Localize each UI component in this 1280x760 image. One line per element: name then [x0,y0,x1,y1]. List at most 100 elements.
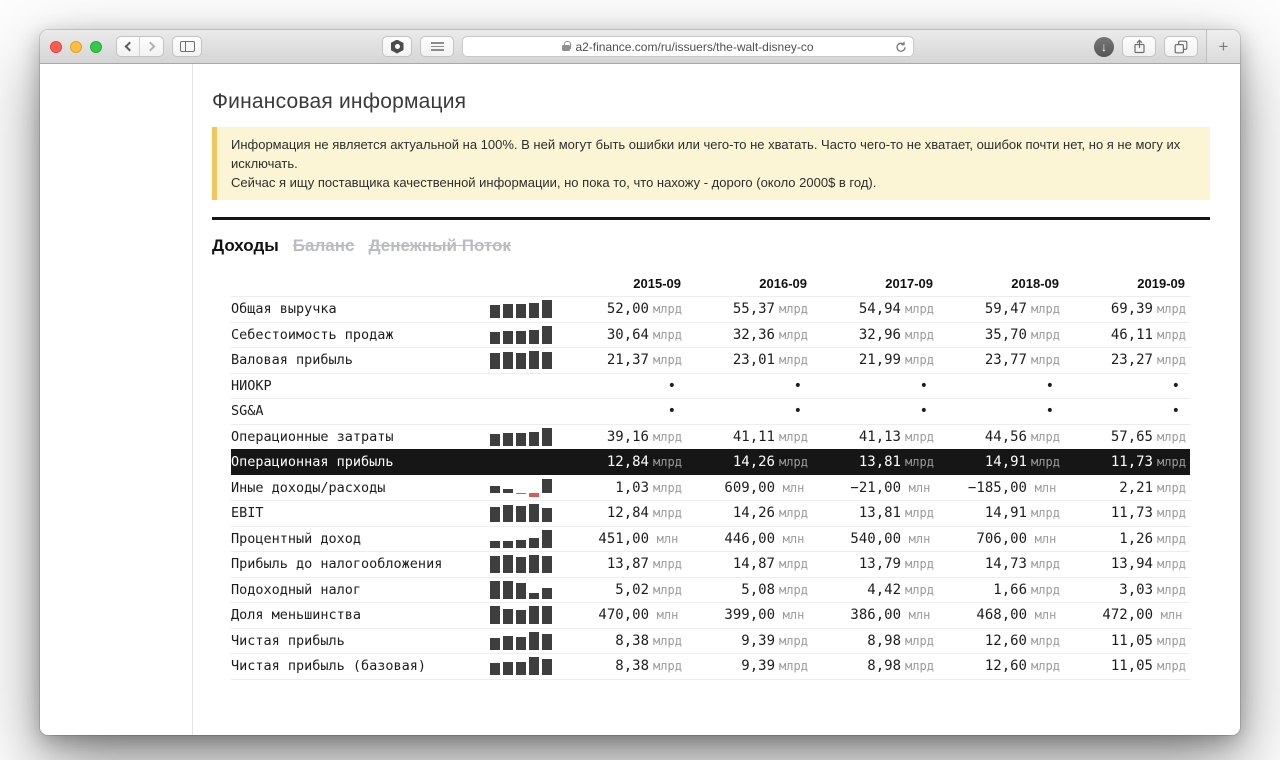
tab-cashflow[interactable]: Денежный Поток [368,236,510,256]
value-cell: • [560,378,686,394]
share-button[interactable] [1122,36,1156,57]
page-title: Финансовая информация [212,90,467,113]
table-row[interactable]: SG&A • • • • • [231,398,1190,424]
value-unit: млрд [779,557,808,572]
table-row[interactable]: Процентный доход 451,00 млн 446,00 млн 540,00… [231,525,1190,552]
address-bar[interactable]: a2-finance.com/ru/issuers/the-walt-disne… [462,36,914,57]
spark-bar [529,504,539,523]
spark-bar [529,431,539,446]
value-number: 14,73 [984,556,1027,573]
new-tab-button[interactable]: + [1206,30,1240,63]
url-text: a2-finance.com/ru/issuers/the-walt-disne… [575,39,814,54]
value-cell: 44,56 млрд [938,429,1064,445]
spark-bar [503,303,513,319]
spark-bar [503,609,513,625]
value-cell: 52,00 млрд [560,301,686,317]
row-label: Операционные затраты [231,428,394,445]
value-number: 59,47 [984,301,1027,318]
warning-banner: Информация не является актуальной на 100… [212,127,1210,200]
table-row[interactable]: НИОКР • • • • • [231,372,1190,399]
back-button[interactable] [117,37,140,56]
value-number: 11,73 [1110,505,1153,522]
minimize-button[interactable] [70,40,82,53]
value-cell: 23,01 млрд [686,352,812,368]
value-cell: 446,00 млн [686,531,812,547]
value-number: 8,98 [867,632,901,649]
sparkline-chart [490,300,552,319]
value-number: 23,27 [1110,352,1153,369]
spark-bar [490,353,500,370]
value-cell: 30,64 млрд [560,327,686,343]
value-cell: 54,94 млрд [812,301,938,317]
value-unit: млрд [779,659,808,674]
value-unit: млрд [779,302,808,317]
row-label: Иные доходы/расходы [231,479,386,496]
spark-bar [490,304,500,319]
downloads-button[interactable]: ↓ [1094,36,1114,57]
tab-balance[interactable]: Баланс [293,236,355,256]
spark-bar [542,478,552,493]
value-cell: −21,00 млн [812,480,938,496]
table-row[interactable]: Подоходный налог 5,02 млрд 5,08 млрд 4,42 млрд… [231,576,1190,603]
value-unit: млрд [1157,582,1186,597]
spark-bar [529,302,539,319]
value-unit: млрд [779,582,808,597]
table-row[interactable]: Общая выручка 52,00 млрд 55,37 млрд 54,94 млрд… [231,296,1190,322]
value-number: 13,81 [858,505,901,522]
spark-bar [542,351,552,370]
section-divider [212,217,1210,220]
value-number: 54,94 [858,301,901,318]
value-number: 12,84 [606,505,649,522]
value-unit: млрд [1157,455,1186,470]
value-unit: млрд [653,327,682,342]
extension-button-1[interactable] [382,36,412,57]
value-number: 69,39 [1110,301,1153,318]
tab-income[interactable]: Доходы [212,236,279,256]
tab-overview-button[interactable] [1164,36,1198,57]
spark-bar [516,583,526,599]
value-unit: млрд [905,429,934,444]
sidebar-button[interactable] [172,36,202,57]
table-row[interactable]: Прибыль до налогообложения 13,87 млрд 14,87… [231,551,1190,577]
table-row[interactable]: Себестоимость продаж 30,64 млрд 32,36 млрд 32… [231,321,1190,348]
row-label: SG&A [231,403,264,420]
table-row[interactable]: Доля меньшинства 470,00 млн 399,00 млн 386,00… [231,602,1190,628]
column-header: 2019-09 [1137,275,1185,291]
extension-lines-icon [430,42,444,51]
zoom-button[interactable] [90,40,102,53]
value-cell: 41,13 млрд [812,429,938,445]
table-row[interactable]: EBIT 12,84 млрд 14,26 млрд 13,81 млрд 14,91 млрд… [231,500,1190,526]
spark-bar [542,508,552,523]
value-number: 55,37 [732,301,775,318]
table-row[interactable]: Чистая прибыль (базовая) 8,38 млрд 9,39 млрд… [231,653,1190,679]
spark-bar [529,606,539,625]
table-row[interactable]: Операционная прибыль 12,84 млрд 14,26 млрд 13… [231,449,1190,475]
traffic-lights [50,40,102,53]
table-row[interactable]: Валовая прибыль 21,37 млрд 23,01 млрд 21,99 мл… [231,347,1190,373]
value-unit: млрд [1031,582,1060,597]
value-number: 14,87 [732,556,775,573]
sparkline-chart [490,402,552,420]
column-header: 2018-09 [1011,275,1059,291]
spark-bar [516,636,526,650]
spark-bar [529,657,539,676]
value-cell: 1,26 млрд [1064,531,1190,547]
row-label: Подоходный налог [231,581,362,598]
spark-bar [529,631,539,650]
reload-button[interactable] [895,40,907,58]
table-row[interactable]: Чистая прибыль 8,38 млрд 9,39 млрд 8,98 млрд 12… [231,627,1190,654]
share-icon [1133,39,1145,54]
forward-button[interactable] [140,37,163,56]
value-cell: 9,39 млрд [686,658,812,674]
lock-icon [562,41,571,51]
table-row[interactable]: Операционные затраты 39,16 млрд 41,11 млрд 41… [231,423,1190,450]
value-number: 540,00 [850,530,901,547]
spark-bar [516,505,526,523]
page-main: Финансовая информация Информация не явля… [193,64,1240,735]
spark-bar [529,537,539,548]
table-row[interactable]: Иные доходы/расходы 1,03 млрд 609,00 млн −21,… [231,474,1190,501]
value-unit: млрд [1031,353,1060,368]
extension-button-2[interactable] [420,36,454,57]
spark-bar [542,325,552,344]
close-button[interactable] [50,40,62,53]
